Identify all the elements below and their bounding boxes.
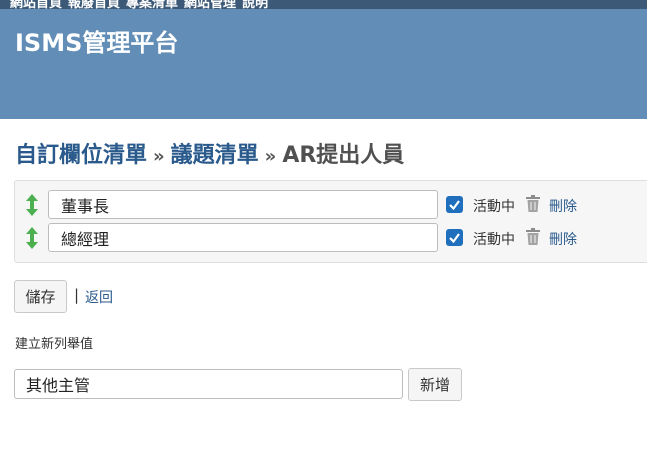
- trash-icon[interactable]: [526, 195, 540, 212]
- enum-values-panel: 活動中 刪除 活動中 刪除: [14, 180, 647, 263]
- top-menu: 網站首頁 報廢首頁 專案清單 網站管理 說明: [10, 0, 268, 9]
- save-button[interactable]: 儲存: [14, 280, 67, 313]
- top-menu-item-page[interactable]: 報廢首頁: [68, 0, 120, 9]
- top-menu-item-admin[interactable]: 網站管理: [184, 0, 236, 9]
- active-checkbox[interactable]: [446, 229, 463, 246]
- new-value-label: 建立新列舉值: [15, 337, 94, 352]
- checkbox-checked-icon: [449, 233, 460, 244]
- active-label: 活動中: [473, 232, 515, 248]
- add-button[interactable]: 新增: [408, 368, 462, 401]
- top-menu-item-help[interactable]: 說明: [242, 0, 268, 9]
- checkbox-checked-icon: [449, 200, 460, 211]
- enum-value-input[interactable]: [48, 190, 438, 219]
- up-down-arrow-icon[interactable]: [25, 194, 39, 216]
- enum-value-row: 活動中 刪除: [15, 223, 647, 253]
- new-value-input[interactable]: [14, 369, 403, 399]
- breadcrumb-separator: »: [153, 146, 165, 167]
- up-down-arrow-icon[interactable]: [25, 227, 39, 249]
- delete-link[interactable]: 刪除: [549, 196, 577, 216]
- active-label: 活動中: [473, 199, 515, 215]
- breadcrumb-separator: »: [264, 146, 277, 167]
- enum-value-row: 活動中 刪除: [15, 190, 647, 220]
- top-menu-item-home[interactable]: 網站首頁: [10, 0, 62, 9]
- breadcrumb: 自訂欄位清單» 議題清單» AR提出人員: [15, 137, 404, 169]
- trash-icon[interactable]: [526, 228, 540, 245]
- top-menu-item-projects[interactable]: 專案清單: [126, 0, 178, 9]
- active-checkbox[interactable]: [446, 196, 463, 213]
- top-menu-bar: 網站首頁 報廢首頁 專案清單 網站管理 說明: [0, 0, 647, 9]
- delete-link[interactable]: 刪除: [549, 229, 577, 249]
- site-header: ISMS管理平台: [0, 9, 647, 119]
- breadcrumb-issues-link[interactable]: 議題清單: [171, 143, 259, 168]
- back-link[interactable]: 返回: [85, 287, 113, 307]
- site-title: ISMS管理平台: [15, 29, 179, 57]
- page-title: AR提出人員: [282, 143, 405, 168]
- action-separator: |: [74, 286, 80, 304]
- enum-value-input[interactable]: [48, 223, 438, 252]
- breadcrumb-custom-fields-link[interactable]: 自訂欄位清單: [15, 143, 147, 168]
